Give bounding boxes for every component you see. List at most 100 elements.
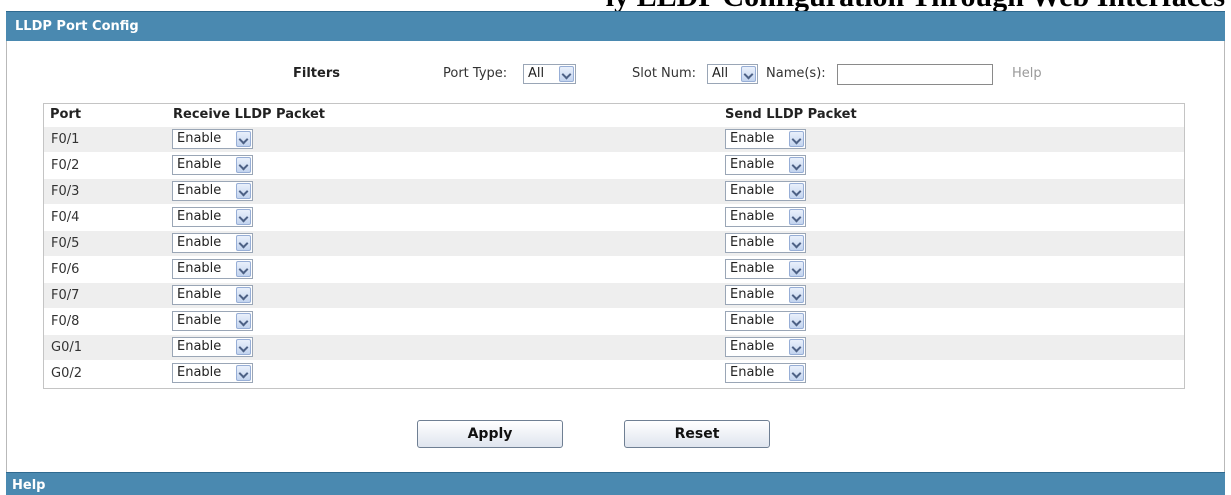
port-cell: F0/3 <box>51 184 80 199</box>
send-lldp-value: Enable <box>730 209 775 224</box>
column-header-send: Send LLDP Packet <box>725 107 857 122</box>
name-input[interactable] <box>837 64 993 85</box>
chevron-down-icon[interactable] <box>789 339 804 355</box>
send-lldp-value: Enable <box>730 365 775 380</box>
send-lldp-select[interactable]: Enable <box>725 259 806 279</box>
slot-num-select[interactable]: All <box>707 64 758 84</box>
send-lldp-select[interactable]: Enable <box>725 155 806 175</box>
panel-title-bar: LLDP Port Config <box>6 11 1225 41</box>
filters-title: Filters <box>293 66 340 81</box>
receive-lldp-value: Enable <box>177 157 222 172</box>
port-cell: G0/2 <box>51 366 82 381</box>
receive-lldp-select[interactable]: Enable <box>172 233 253 253</box>
chevron-down-icon[interactable] <box>789 235 804 251</box>
apply-button[interactable]: Apply <box>417 420 563 448</box>
port-cell: G0/1 <box>51 340 82 355</box>
send-lldp-value: Enable <box>730 313 775 328</box>
chevron-down-icon[interactable] <box>789 261 804 277</box>
help-section-title: Help <box>12 478 46 493</box>
send-lldp-select[interactable]: Enable <box>725 363 806 383</box>
port-type-value: All <box>528 66 545 81</box>
port-type-select[interactable]: All <box>523 64 576 84</box>
panel-title: LLDP Port Config <box>15 19 139 34</box>
receive-lldp-value: Enable <box>177 209 222 224</box>
send-lldp-value: Enable <box>730 339 775 354</box>
table-row: F0/6 Enable Enable <box>44 257 1184 282</box>
chevron-down-icon[interactable] <box>236 287 251 303</box>
port-cell: F0/5 <box>51 236 80 251</box>
chevron-down-icon[interactable] <box>236 313 251 329</box>
chevron-down-icon[interactable] <box>236 339 251 355</box>
send-lldp-value: Enable <box>730 157 775 172</box>
chevron-down-icon[interactable] <box>789 313 804 329</box>
send-lldp-select[interactable]: Enable <box>725 233 806 253</box>
table-row: G0/1 Enable Enable <box>44 335 1184 360</box>
receive-lldp-select[interactable]: Enable <box>172 285 253 305</box>
table-row: F0/3 Enable Enable <box>44 179 1184 204</box>
chevron-down-icon[interactable] <box>789 157 804 173</box>
port-cell: F0/7 <box>51 288 80 303</box>
send-lldp-value: Enable <box>730 183 775 198</box>
document-heading-text: ly LLDP Configuration Through Web Interf… <box>606 0 1225 11</box>
receive-lldp-value: Enable <box>177 183 222 198</box>
column-header-port: Port <box>50 107 82 122</box>
reset-button[interactable]: Reset <box>624 420 770 448</box>
send-lldp-value: Enable <box>730 261 775 276</box>
port-cell: F0/1 <box>51 132 80 147</box>
name-label: Name(s): <box>766 66 826 81</box>
chevron-down-icon[interactable] <box>236 365 251 381</box>
receive-lldp-value: Enable <box>177 339 222 354</box>
chevron-down-icon[interactable] <box>559 66 574 82</box>
chevron-down-icon[interactable] <box>236 183 251 199</box>
send-lldp-value: Enable <box>730 131 775 146</box>
chevron-down-icon[interactable] <box>741 66 756 82</box>
receive-lldp-select[interactable]: Enable <box>172 337 253 357</box>
send-lldp-select[interactable]: Enable <box>725 285 806 305</box>
chevron-down-icon[interactable] <box>789 287 804 303</box>
chevron-down-icon[interactable] <box>789 131 804 147</box>
send-lldp-value: Enable <box>730 235 775 250</box>
chevron-down-icon[interactable] <box>789 365 804 381</box>
send-lldp-select[interactable]: Enable <box>725 311 806 331</box>
port-cell: F0/8 <box>51 314 80 329</box>
slot-num-label: Slot Num: <box>632 66 697 81</box>
column-header-receive: Receive LLDP Packet <box>173 107 326 122</box>
send-lldp-value: Enable <box>730 287 775 302</box>
chevron-down-icon[interactable] <box>236 131 251 147</box>
receive-lldp-value: Enable <box>177 261 222 276</box>
table-row: F0/5 Enable Enable <box>44 231 1184 256</box>
send-lldp-select[interactable]: Enable <box>725 129 806 149</box>
help-link[interactable]: Help <box>1012 65 1042 83</box>
chevron-down-icon[interactable] <box>236 209 251 225</box>
slot-num-value: All <box>712 66 729 81</box>
table-row: F0/1 Enable Enable <box>44 127 1184 152</box>
send-lldp-select[interactable]: Enable <box>725 337 806 357</box>
receive-lldp-value: Enable <box>177 287 222 302</box>
chevron-down-icon[interactable] <box>236 261 251 277</box>
receive-lldp-select[interactable]: Enable <box>172 181 253 201</box>
clipped-document-heading: ly LLDP Configuration Through Web Interf… <box>0 0 1231 11</box>
table-row: F0/2 Enable Enable <box>44 153 1184 178</box>
receive-lldp-select[interactable]: Enable <box>172 363 253 383</box>
receive-lldp-select[interactable]: Enable <box>172 311 253 331</box>
port-cell: F0/6 <box>51 262 80 277</box>
table-row: F0/7 Enable Enable <box>44 283 1184 308</box>
receive-lldp-value: Enable <box>177 131 222 146</box>
port-cell: F0/4 <box>51 210 80 225</box>
port-type-label: Port Type: <box>443 66 508 81</box>
chevron-down-icon[interactable] <box>236 235 251 251</box>
table-row: F0/4 Enable Enable <box>44 205 1184 230</box>
chevron-down-icon[interactable] <box>789 183 804 199</box>
receive-lldp-select[interactable]: Enable <box>172 155 253 175</box>
receive-lldp-value: Enable <box>177 365 222 380</box>
send-lldp-select[interactable]: Enable <box>725 181 806 201</box>
receive-lldp-value: Enable <box>177 313 222 328</box>
receive-lldp-select[interactable]: Enable <box>172 259 253 279</box>
table-row: G0/2 Enable Enable <box>44 361 1184 386</box>
port-cell: F0/2 <box>51 158 80 173</box>
receive-lldp-select[interactable]: Enable <box>172 207 253 227</box>
chevron-down-icon[interactable] <box>236 157 251 173</box>
send-lldp-select[interactable]: Enable <box>725 207 806 227</box>
chevron-down-icon[interactable] <box>789 209 804 225</box>
receive-lldp-select[interactable]: Enable <box>172 129 253 149</box>
